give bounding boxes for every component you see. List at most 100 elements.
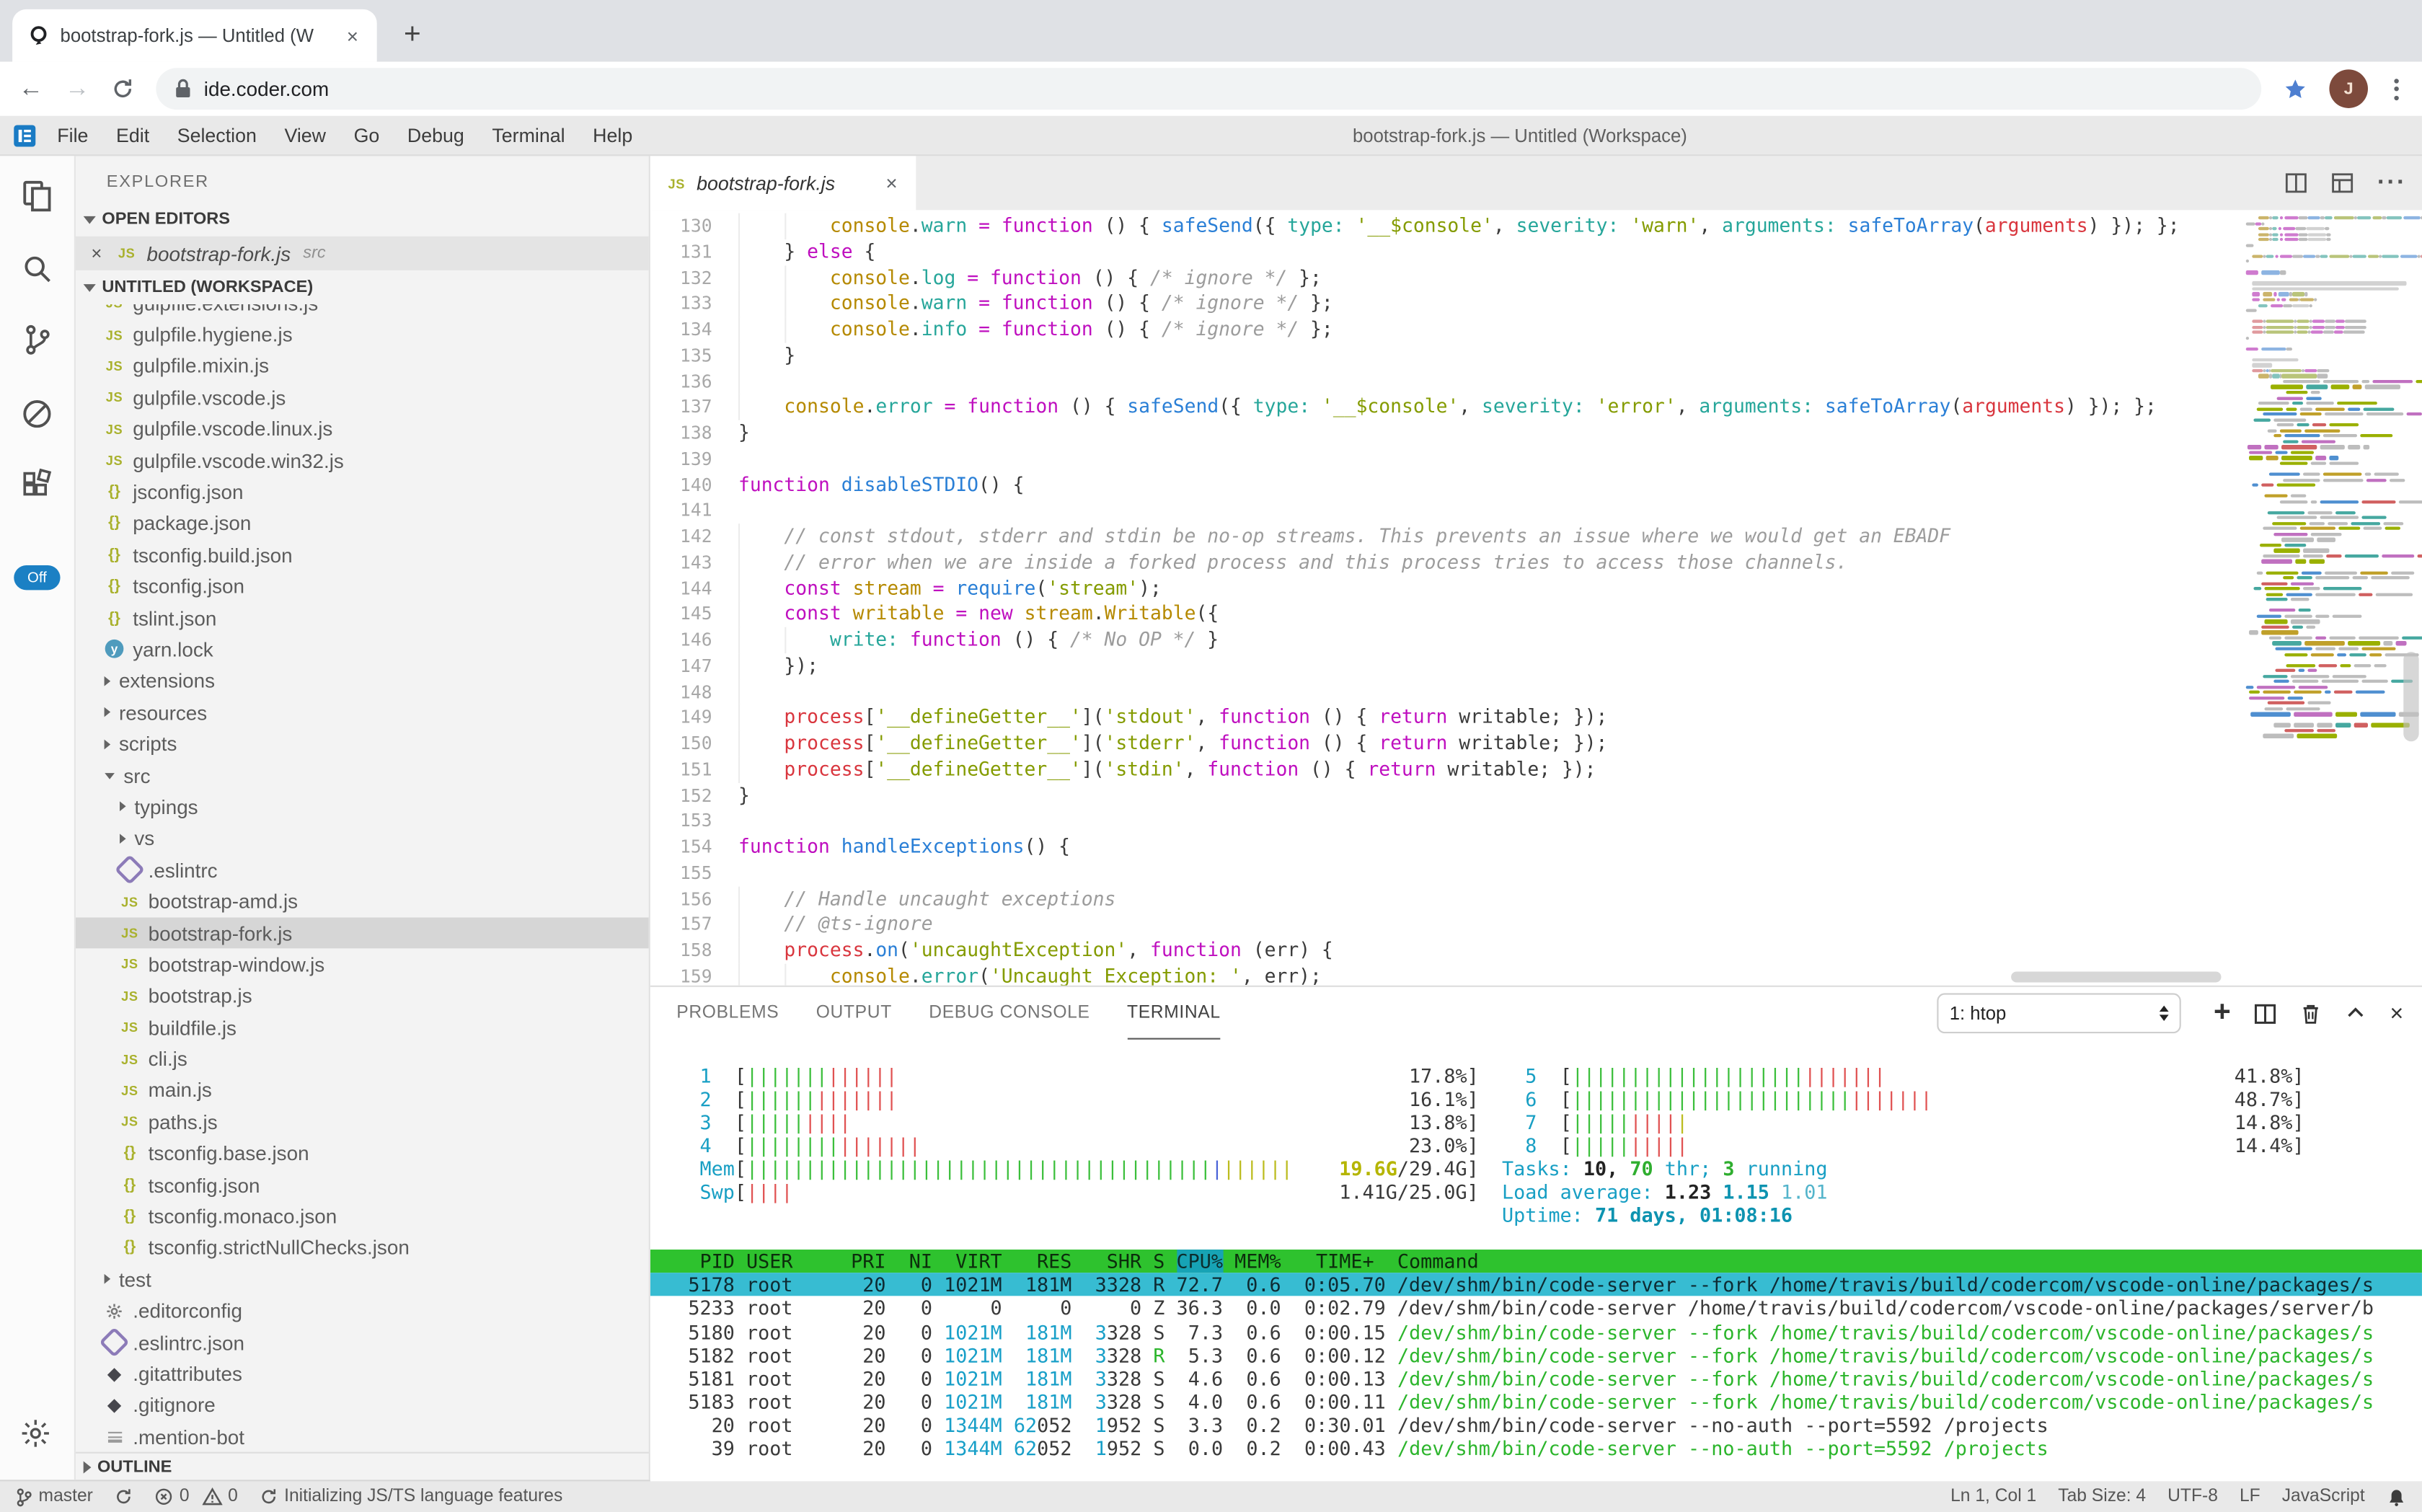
- open-editor-item[interactable]: × JS bootstrap-fork.js src: [76, 236, 649, 270]
- tree-item-gulpfile.extensions.js[interactable]: JSgulpfile.extensions.js: [76, 304, 649, 319]
- terminal-select[interactable]: 1: htop: [1937, 993, 2181, 1033]
- notifications-bell-icon[interactable]: [2387, 1487, 2407, 1507]
- split-editor-icon[interactable]: [2284, 172, 2307, 195]
- tree-item-paths.js[interactable]: JSpaths.js: [76, 1106, 649, 1138]
- bookmark-star-icon[interactable]: [2283, 76, 2307, 101]
- layout-icon[interactable]: [2331, 172, 2354, 195]
- tree-item-cli.js[interactable]: JScli.js: [76, 1043, 649, 1075]
- tree-item-tsconfig.base.json[interactable]: {}tsconfig.base.json: [76, 1138, 649, 1170]
- debug-icon[interactable]: [19, 395, 56, 432]
- git-branch-item[interactable]: master: [15, 1487, 92, 1507]
- menu-help[interactable]: Help: [579, 116, 647, 155]
- menu-go[interactable]: Go: [340, 116, 393, 155]
- open-editors-header[interactable]: OPEN EDITORS: [76, 203, 649, 236]
- maximize-panel-icon[interactable]: [2345, 1002, 2366, 1024]
- close-panel-icon[interactable]: ×: [2390, 1000, 2403, 1026]
- tree-item-gulpfile.hygiene.js[interactable]: JSgulpfile.hygiene.js: [76, 319, 649, 350]
- source-control-icon[interactable]: [19, 322, 56, 358]
- tree-item-.gitignore[interactable]: ◆.gitignore: [76, 1389, 649, 1421]
- menu-terminal[interactable]: Terminal: [478, 116, 579, 155]
- split-terminal-icon[interactable]: [2254, 1002, 2277, 1025]
- tree-item-tsconfig.build.json[interactable]: {}tsconfig.build.json: [76, 539, 649, 571]
- tree-item-jsconfig.json[interactable]: {}jsconfig.json: [76, 477, 649, 508]
- panel-tab-problems[interactable]: PROBLEMS: [676, 987, 779, 1040]
- tree-item-vs[interactable]: vs: [76, 823, 649, 854]
- tree-item-yarn.lock[interactable]: yyarn.lock: [76, 634, 649, 666]
- close-icon[interactable]: ×: [91, 242, 106, 264]
- outline-header[interactable]: OUTLINE: [76, 1452, 649, 1480]
- panel-tab-output[interactable]: OUTPUT: [816, 987, 892, 1040]
- off-badge[interactable]: Off: [14, 565, 60, 590]
- tree-item-.mention-bot[interactable]: .mention-bot: [76, 1421, 649, 1452]
- horizontal-scrollbar[interactable]: [2011, 971, 2221, 982]
- eol-sequence[interactable]: LF: [2240, 1487, 2260, 1506]
- tree-item-tsconfig.json[interactable]: {}tsconfig.json: [76, 1170, 649, 1201]
- tree-item-gulpfile.vscode.win32.js[interactable]: JSgulpfile.vscode.win32.js: [76, 445, 649, 477]
- settings-gear-icon[interactable]: [19, 1416, 53, 1450]
- workspace-header[interactable]: UNTITLED (WORKSPACE): [76, 270, 649, 304]
- language-status-item[interactable]: Initializing JS/TS language features: [260, 1487, 562, 1506]
- tree-item-test[interactable]: test: [76, 1264, 649, 1296]
- panel-tab-terminal[interactable]: TERMINAL: [1127, 987, 1221, 1040]
- terminal[interactable]: 1 [||||||||||||| 17.8%] 5 [|||||||||||||…: [650, 1040, 2422, 1482]
- url-bar[interactable]: ide.coder.com: [156, 68, 2261, 110]
- reload-icon[interactable]: [111, 77, 134, 100]
- tree-item-bootstrap-amd.js[interactable]: JSbootstrap-amd.js: [76, 885, 649, 917]
- tree-item-tsconfig.json[interactable]: {}tsconfig.json: [76, 571, 649, 603]
- browser-tab[interactable]: bootstrap-fork.js — Untitled (W ×: [12, 9, 377, 62]
- yarn-icon: y: [104, 640, 125, 659]
- code-line: 145 const writable = new stream.Writable…: [650, 601, 2240, 627]
- tree-item-gulpfile.vscode.linux.js[interactable]: JSgulpfile.vscode.linux.js: [76, 413, 649, 445]
- tree-item-src[interactable]: src: [76, 760, 649, 792]
- more-actions-icon[interactable]: ···: [2377, 169, 2407, 198]
- tree-item-bootstrap-window.js[interactable]: JSbootstrap-window.js: [76, 949, 649, 981]
- browser-menu-icon[interactable]: [2390, 78, 2403, 100]
- tree-item-gulpfile.mixin.js[interactable]: JSgulpfile.mixin.js: [76, 350, 649, 382]
- menu-view[interactable]: View: [270, 116, 340, 155]
- avatar[interactable]: J: [2329, 69, 2368, 108]
- cursor-position[interactable]: Ln 1, Col 1: [1950, 1487, 2036, 1506]
- tree-item-bootstrap.js[interactable]: JSbootstrap.js: [76, 980, 649, 1012]
- tree-item-tsconfig.strictNullChecks.json[interactable]: {}tsconfig.strictNullChecks.json: [76, 1232, 649, 1264]
- explorer-icon[interactable]: [19, 177, 56, 214]
- tree-item-scripts[interactable]: scripts: [76, 728, 649, 760]
- code-line: 133 console.warn = function () { /* igno…: [650, 291, 2240, 317]
- tree-item-.eslintrc[interactable]: .eslintrc: [76, 854, 649, 886]
- menu-debug[interactable]: Debug: [394, 116, 478, 155]
- tab-close-icon[interactable]: ×: [343, 24, 361, 47]
- code-editor[interactable]: 130 console.warn = function () { safeSen…: [650, 210, 2422, 985]
- indentation[interactable]: Tab Size: 4: [2058, 1487, 2146, 1506]
- new-tab-button[interactable]: +: [392, 15, 433, 56]
- tree-item-bootstrap-fork.js[interactable]: JSbootstrap-fork.js: [76, 917, 649, 949]
- new-terminal-icon[interactable]: +: [2214, 996, 2231, 1030]
- back-icon[interactable]: ←: [19, 75, 43, 103]
- problems-item[interactable]: 0 0: [155, 1487, 238, 1506]
- tree-item-buildfile.js[interactable]: JSbuildfile.js: [76, 1012, 649, 1043]
- tree-item-gulpfile.vscode.js[interactable]: JSgulpfile.vscode.js: [76, 381, 649, 413]
- menu-file[interactable]: File: [43, 116, 102, 155]
- tree-item-tsconfig.monaco.json[interactable]: {}tsconfig.monaco.json: [76, 1201, 649, 1232]
- minimap[interactable]: [2240, 210, 2422, 985]
- vertical-scrollbar[interactable]: [2403, 652, 2418, 741]
- sync-button[interactable]: [115, 1487, 133, 1506]
- tree-item-resources[interactable]: resources: [76, 697, 649, 728]
- tree-item-typings[interactable]: typings: [76, 791, 649, 823]
- tree-item-extensions[interactable]: extensions: [76, 666, 649, 697]
- tree-item-.editorconfig[interactable]: .editorconfig: [76, 1295, 649, 1327]
- tree-item-.gitattributes[interactable]: ◆.gitattributes: [76, 1358, 649, 1390]
- search-icon[interactable]: [19, 250, 56, 287]
- tree-item-.eslintrc.json[interactable]: .eslintrc.json: [76, 1327, 649, 1358]
- kill-terminal-icon[interactable]: [2300, 1002, 2322, 1025]
- editor-tab[interactable]: JS bootstrap-fork.js ×: [650, 156, 916, 210]
- tree-item-package.json[interactable]: {}package.json: [76, 508, 649, 539]
- language-mode[interactable]: JavaScript: [2282, 1487, 2365, 1506]
- tree-item-tslint.json[interactable]: {}tslint.json: [76, 602, 649, 634]
- panel-tab-debug-console[interactable]: DEBUG CONSOLE: [929, 987, 1090, 1040]
- menu-edit[interactable]: Edit: [102, 116, 164, 155]
- tree-item-main.js[interactable]: JSmain.js: [76, 1074, 649, 1106]
- extensions-icon[interactable]: [19, 468, 56, 505]
- forward-icon[interactable]: →: [65, 75, 89, 103]
- encoding[interactable]: UTF-8: [2167, 1487, 2218, 1506]
- menu-selection[interactable]: Selection: [163, 116, 270, 155]
- tab-close-icon[interactable]: ×: [883, 172, 901, 195]
